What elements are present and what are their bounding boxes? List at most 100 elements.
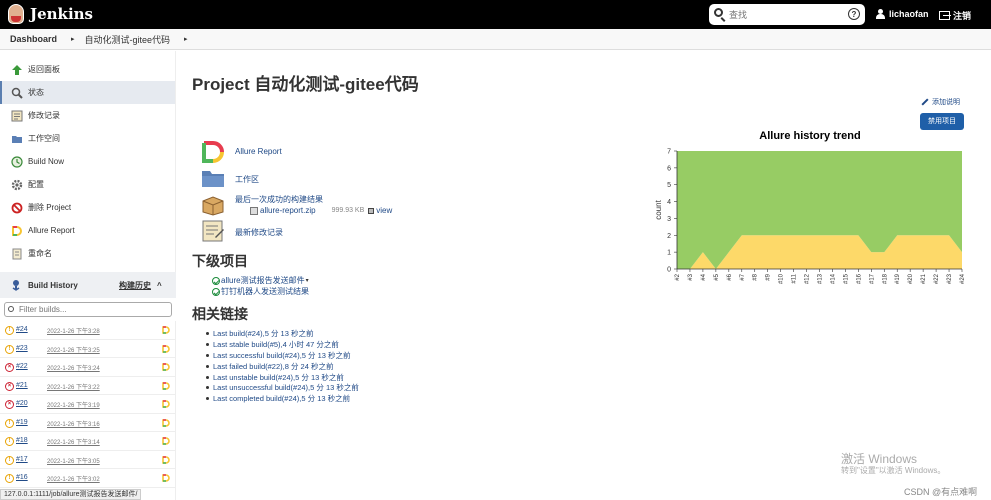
dropdown-caret-icon[interactable]: ▾ — [306, 277, 309, 284]
build-date-link[interactable]: 2022-1-26 下午3:05 — [47, 456, 100, 465]
sidebar-item-workspace[interactable]: 工作空间 — [0, 127, 175, 150]
build-date-link[interactable]: 2022-1-26 下午3:19 — [47, 400, 100, 409]
permalink-last-successful[interactable]: Last successful build(#24),5 分 13 秒之前 — [206, 350, 359, 361]
build-number-link[interactable]: #19 — [16, 419, 28, 426]
artifact-row: allure-report.zip 999.93 KB view — [250, 206, 392, 215]
sidebar-item-configure[interactable]: 配置 — [0, 173, 175, 196]
help-icon[interactable]: ? — [848, 8, 860, 20]
logout-link[interactable]: 注销 — [939, 9, 971, 22]
build-number-link[interactable]: #24 — [16, 326, 28, 333]
allure-icon[interactable] — [162, 326, 170, 334]
sidebar-item-delete-project[interactable]: 删除 Project — [0, 196, 175, 219]
downstream-label: allure测试报告发送邮件 — [221, 276, 305, 285]
permalink-last-stable[interactable]: Last stable build(#5),4 小时 47 分之前 — [206, 339, 359, 350]
disable-project-button[interactable]: 禁用项目 — [920, 113, 964, 130]
breadcrumb-chevron-icon[interactable]: ▸ — [71, 35, 75, 43]
sidebar-item-changes[interactable]: 修改记录 — [0, 104, 175, 127]
permalink-last-completed[interactable]: Last completed build(#24),5 分 13 秒之前 — [206, 393, 359, 404]
search-box[interactable]: ? — [709, 4, 865, 25]
chart-x-tick-label: #19 — [895, 273, 901, 284]
artifact-view-link[interactable]: view — [376, 206, 392, 215]
sidebar-item-back-to-dashboard[interactable]: 返回面板 — [0, 58, 175, 81]
allure-icon[interactable] — [162, 418, 170, 427]
build-date-link[interactable]: 2022-1-26 下午3:24 — [47, 363, 100, 372]
chart-x-tick-label: #13 — [818, 273, 824, 284]
csdn-watermark: CSDN @有点难啊 — [904, 487, 978, 497]
build-row: ! #16 2022-1-26 下午3:02 — [0, 469, 176, 488]
jenkins-logo[interactable]: Jenkins — [8, 4, 93, 24]
build-date-link[interactable]: 2022-1-26 下午3:25 — [47, 345, 100, 354]
chart-x-tick-label: #15 — [843, 273, 849, 284]
allure-icon[interactable] — [162, 344, 170, 353]
artifact-name[interactable]: allure-report.zip — [260, 206, 316, 215]
sidebar-item-label: 返回面板 — [28, 65, 60, 74]
permalink-last-unstable[interactable]: Last unstable build(#24),5 分 13 秒之前 — [206, 372, 359, 383]
allure-icon[interactable] — [201, 140, 225, 164]
allure-icon[interactable] — [162, 474, 170, 482]
package-icon[interactable] — [201, 193, 225, 217]
gear-icon — [11, 179, 23, 191]
success-check-icon — [212, 287, 220, 296]
recent-changes-link[interactable]: 最新修改记录 — [235, 227, 283, 238]
permalinks-heading: 相关链接 — [192, 306, 248, 322]
sidebar-item-label: 状态 — [28, 88, 44, 97]
search-icon — [714, 8, 723, 17]
build-number-link[interactable]: #23 — [16, 345, 28, 352]
build-number-link[interactable]: #22 — [16, 363, 28, 370]
build-filter — [0, 298, 176, 321]
build-filter-box[interactable] — [4, 302, 172, 317]
allure-icon[interactable] — [162, 400, 170, 408]
allure-report-link[interactable]: Allure Report — [235, 147, 282, 156]
notepad-icon[interactable] — [201, 219, 225, 243]
build-number-link[interactable]: #21 — [16, 382, 28, 389]
chart-x-tick-label: #7 — [740, 273, 746, 280]
username: lichaofan — [889, 9, 929, 19]
build-number-link[interactable]: #18 — [16, 437, 28, 444]
folder-icon[interactable] — [201, 166, 225, 190]
allure-icon[interactable] — [162, 437, 170, 445]
build-history-trend-link[interactable]: 构建历史 — [119, 280, 151, 291]
build-date-link[interactable]: 2022-1-26 下午3:16 — [47, 419, 100, 428]
sidebar-item-build-now[interactable]: Build Now — [0, 150, 175, 173]
allure-icon[interactable] — [162, 363, 170, 371]
allure-icon[interactable] — [162, 381, 170, 390]
build-number-link[interactable]: #17 — [16, 456, 28, 463]
build-number-link[interactable]: #20 — [16, 400, 28, 407]
build-number-link[interactable]: #16 — [16, 474, 28, 481]
fingerprint-icon[interactable] — [368, 207, 375, 214]
downstream-item-dingtalk[interactable]: 钉钉机器人发送测试结果 — [212, 286, 309, 297]
breadcrumb-project[interactable]: 自动化测试-gitee代码 — [85, 33, 171, 46]
sidebar-item-label: Build Now — [28, 157, 65, 166]
sidebar-item-label: 工作空间 — [28, 134, 60, 143]
allure-trend-chart[interactable]: 0 1 2 3 4 5 6 7 #2 #3 #4 #5 #6 #7 #8 #9 #10 #11 #12 #13 #14 #… — [655, 145, 970, 290]
permalink-last-unsuccessful[interactable]: Last unsuccessful build(#24),5 分 13 秒之前 — [206, 382, 359, 393]
chart-x-tick-label: #8 — [753, 273, 759, 280]
chart-title: Allure history trend — [759, 130, 861, 142]
filter-builds-input[interactable] — [19, 304, 169, 315]
chart-x-tick-label: #16 — [856, 273, 862, 284]
arrow-up-icon — [11, 64, 23, 76]
collapse-chevron-icon[interactable]: ^ — [157, 281, 162, 290]
sidebar-item-allure-report[interactable]: Allure Report — [0, 219, 175, 242]
pencil-icon — [921, 98, 929, 106]
last-success-artifacts-link[interactable]: 最后一次成功的构建结果 — [235, 194, 323, 205]
build-date-link[interactable]: 2022-1-26 下午3:22 — [47, 382, 100, 391]
workspace-link[interactable]: 工作区 — [235, 174, 259, 185]
build-date-link[interactable]: 2022-1-26 下午3:28 — [47, 326, 100, 335]
permalink-last-build[interactable]: Last build(#24),5 分 13 秒之前 — [206, 328, 359, 339]
chart-x-tick-label: #4 — [701, 273, 707, 280]
downstream-item-email[interactable]: allure测试报告发送邮件 ▾ — [212, 275, 309, 286]
allure-icon[interactable] — [162, 455, 170, 464]
permalink-last-failed[interactable]: Last failed build(#22),8 分 24 秒之前 — [206, 361, 359, 372]
magnifier-icon — [11, 87, 23, 99]
breadcrumb-dashboard[interactable]: Dashboard — [10, 34, 57, 44]
chart-y-tick-label: 0 — [667, 267, 671, 274]
sidebar-item-rename[interactable]: 重命名 — [0, 242, 175, 265]
build-date-link[interactable]: 2022-1-26 下午3:02 — [47, 474, 100, 483]
build-date-link[interactable]: 2022-1-26 下午3:14 — [47, 437, 100, 446]
breadcrumb-chevron-icon[interactable]: ▸ — [184, 35, 188, 43]
add-description-link[interactable]: 添加说明 — [921, 97, 960, 107]
sidebar-item-status[interactable]: 状态 — [0, 81, 175, 104]
user-link[interactable]: lichaofan — [876, 9, 929, 19]
search-input[interactable] — [729, 7, 844, 22]
